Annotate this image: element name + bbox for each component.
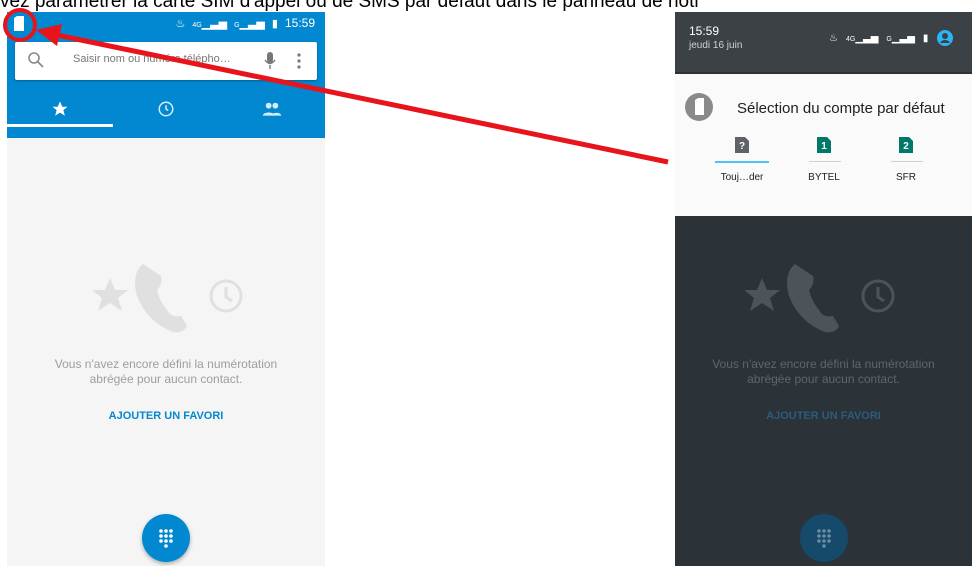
- dialer-app-bar: Saisir nom ou numéro télépho…: [7, 36, 325, 138]
- battery-icon: ▮: [271, 17, 278, 30]
- svg-text:1: 1: [821, 141, 827, 152]
- shade-date: jeudi 16 juin: [689, 40, 743, 51]
- signal-sim1-icon: 4G▁▃▅: [192, 17, 228, 30]
- default-account-notification[interactable]: Sélection du compte par défaut ? Touj…de…: [675, 74, 972, 216]
- notification-title: Sélection du compte par défaut: [737, 100, 945, 117]
- question-sim-icon: ?: [735, 137, 749, 153]
- data-saver-icon: ♨: [175, 17, 186, 30]
- tab-contacts[interactable]: [219, 92, 325, 126]
- signal-sim2-icon: G▁▃▅: [234, 17, 265, 30]
- sim-card-icon: [685, 93, 713, 121]
- dialpad-icon: [159, 529, 173, 548]
- more-options-icon[interactable]: [296, 52, 302, 70]
- sim-option-label: SFR: [896, 172, 916, 183]
- people-icon: [262, 102, 282, 116]
- dialpad-fab[interactable]: [142, 514, 190, 562]
- tab-indicator: [7, 124, 113, 127]
- empty-line-2: abrégée pour aucun contact.: [89, 372, 243, 386]
- add-favorite-button[interactable]: AJOUTER UN FAVORI: [7, 410, 325, 422]
- signal-sim1-icon: 4G▁▃▅: [845, 32, 879, 44]
- empty-state-message: Vous n'avez encore défini la numérotatio…: [7, 357, 325, 387]
- empty-line-2: abrégée pour aucun contact.: [747, 372, 900, 386]
- tab-recents[interactable]: [113, 92, 219, 126]
- empty-state-message: Vous n'avez encore défini la numérotatio…: [675, 357, 972, 387]
- status-bar: ♨ 4G▁▃▅ G▁▃▅ ▮ 15:59: [7, 12, 325, 36]
- signal-sim2-icon: G▁▃▅: [886, 32, 915, 44]
- selected-indicator: [715, 161, 769, 163]
- sim2-icon: 2: [899, 137, 913, 153]
- dialpad-icon: [817, 529, 831, 548]
- sim-card-icon: [14, 16, 24, 31]
- status-time: 15:59: [284, 16, 315, 30]
- sim-option-label: BYTEL: [808, 172, 840, 183]
- search-icon: [28, 52, 44, 68]
- battery-icon: ▮: [922, 32, 929, 44]
- svg-text:2: 2: [903, 141, 909, 152]
- microphone-icon[interactable]: [263, 51, 277, 71]
- divider: [891, 161, 923, 162]
- sim1-icon: 1: [817, 137, 831, 153]
- notification-shade-screen: 15:59 jeudi 16 juin ♨ 4G▁▃▅ G▁▃▅ ▮ Sélec…: [675, 12, 972, 566]
- dialer-screen: ♨ 4G▁▃▅ G▁▃▅ ▮ 15:59 Saisir nom ou numér…: [7, 12, 325, 566]
- sim-option-label: Touj…der: [720, 172, 764, 183]
- svg-text:?: ?: [739, 141, 745, 152]
- tab-favorites[interactable]: [7, 92, 113, 126]
- add-favorite-button: AJOUTER UN FAVORI: [766, 410, 881, 422]
- search-box[interactable]: Saisir nom ou numéro télépho…: [15, 42, 317, 80]
- dialer-tabs: [7, 92, 325, 126]
- empty-line-1: Vous n'avez encore défini la numérotatio…: [712, 357, 935, 371]
- speed-dial-illustration: [745, 264, 895, 333]
- sim-option-sfr[interactable]: 2 SFR: [871, 137, 941, 183]
- clock-icon: [158, 101, 174, 117]
- data-saver-icon: ♨: [829, 32, 838, 44]
- sim-option-bytel[interactable]: 1 BYTEL: [789, 137, 859, 183]
- empty-line-1: Vous n'avez encore défini la numérotatio…: [54, 357, 278, 371]
- search-input[interactable]: Saisir nom ou numéro télépho…: [73, 53, 231, 65]
- dialpad-fab: [800, 514, 848, 562]
- notification-header: 15:59 jeudi 16 juin ♨ 4G▁▃▅ G▁▃▅ ▮: [675, 12, 972, 72]
- speed-dial-illustration: [93, 264, 243, 333]
- sim-option-ask[interactable]: ? Touj…der: [707, 137, 777, 183]
- shade-time: 15:59: [689, 24, 720, 38]
- divider: [809, 161, 841, 162]
- account-icon[interactable]: [936, 29, 954, 47]
- star-icon: [52, 101, 68, 116]
